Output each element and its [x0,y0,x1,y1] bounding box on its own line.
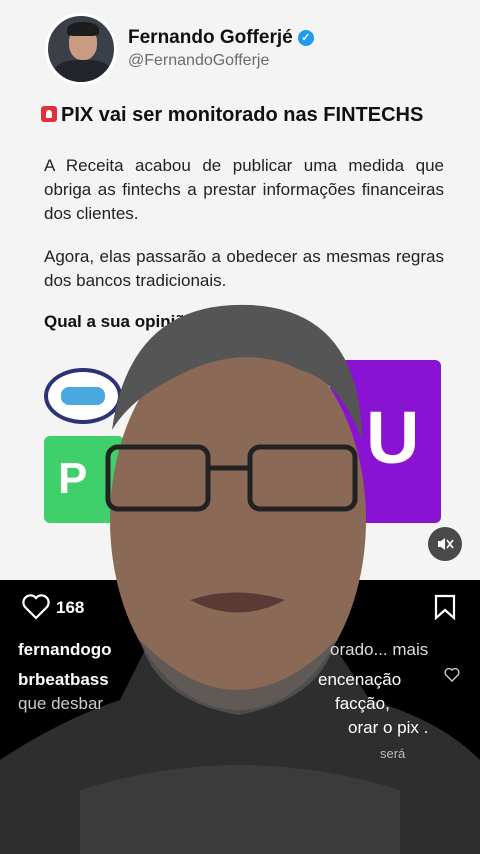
comment-text: facção, [335,694,390,713]
nubank-logo: U [330,360,441,523]
comment-text: será [380,746,406,761]
mute-button[interactable] [428,527,462,561]
picpay-logo: P [44,436,124,523]
post-paragraph-2: Agora, elas passarão a obedecer as mesma… [44,247,444,290]
mute-icon [438,538,454,550]
like-count: 168 [56,598,85,617]
comment-text: orar o pix . [348,718,429,737]
siren-icon [41,106,57,122]
post-headline: PIX vai ser monitorado nas FINTECHS [41,104,423,127]
mercado-livre-logo [44,368,122,424]
post-paragraph-1: A Receita acabou de publicar uma medida … [44,156,444,223]
comment-username[interactable]: brbeatbass [18,670,109,690]
author-avatar [45,13,117,85]
caption-text[interactable]: orado... mais [330,640,428,660]
caption-username[interactable]: fernandogo [18,640,112,660]
heart-icon[interactable] [22,594,50,620]
post-image: Fernando Gofferjé ✓ @FernandoGofferje PIX… [0,0,480,580]
comment-text: encenação [318,670,402,689]
comment-text: que desbar [18,694,104,713]
author-handle: @FernandoGofferje [128,52,270,69]
author-name: Fernando Gofferjé ✓ [128,27,314,49]
verified-icon: ✓ [297,30,314,46]
comment-like-icon[interactable] [444,667,460,682]
post-question: Qual a sua opinião? [44,312,206,331]
bookmark-icon[interactable] [433,594,457,620]
